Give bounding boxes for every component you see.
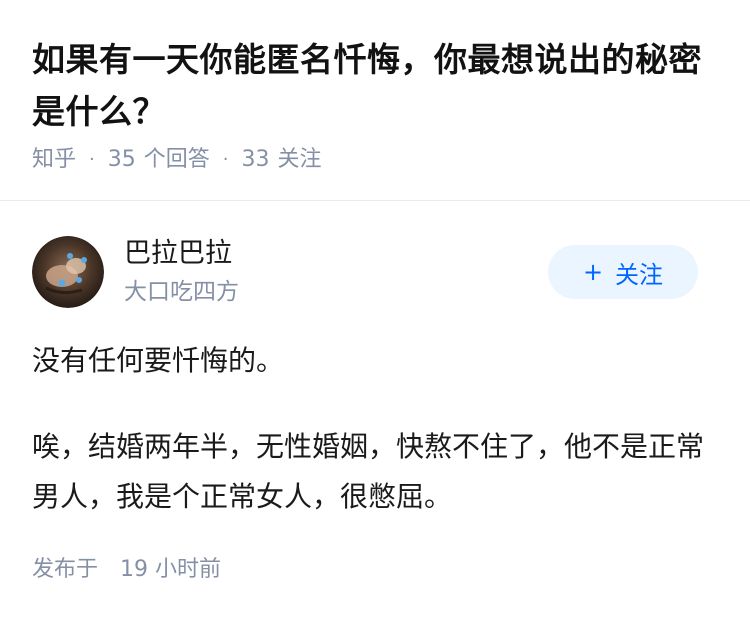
author-bio: 大口吃四方 bbox=[124, 279, 239, 305]
avatar-image-icon bbox=[32, 236, 104, 308]
plus-icon: + bbox=[582, 258, 604, 286]
question-title[interactable]: 如果有一天你能匿名忏悔，你最想说出的秘密是什么？ bbox=[32, 34, 720, 138]
published-time: 19 小时前 bbox=[120, 557, 222, 582]
answer-paragraph: 没有任何要忏悔的。 bbox=[32, 344, 285, 377]
followers-label: 关注 bbox=[277, 147, 322, 172]
answers-label: 个回答 bbox=[143, 147, 210, 172]
follow-button[interactable]: + 关注 bbox=[548, 245, 698, 299]
avatar[interactable] bbox=[32, 236, 104, 308]
published-label: 发布于 bbox=[32, 557, 99, 582]
author-name[interactable]: 巴拉巴拉 bbox=[124, 237, 232, 271]
followers-count: 33 bbox=[241, 147, 270, 172]
question-header: 如果有一天你能匿名忏悔，你最想说出的秘密是什么？ 知乎 · 35 个回答 · 3… bbox=[0, 0, 750, 200]
answer-paragraph: 唉，结婚两年半，无性婚姻，快熬不住了，他不是正常男人，我是个正常女人，很憋屈。 bbox=[32, 430, 705, 513]
question-meta: 知乎 · 35 个回答 · 33 关注 bbox=[32, 146, 322, 174]
section-divider bbox=[0, 200, 750, 201]
meta-separator: · bbox=[222, 149, 229, 170]
answer-body[interactable]: 没有任何要忏悔的。 唉，结婚两年半，无性婚姻，快熬不住了，他不是正常男人，我是个… bbox=[32, 336, 722, 522]
publish-info: 发布于 19 小时前 bbox=[32, 556, 221, 584]
meta-separator: · bbox=[89, 149, 95, 170]
source-label[interactable]: 知乎 bbox=[32, 146, 76, 174]
answers-count: 35 bbox=[107, 147, 136, 172]
author-row: 巴拉巴拉 大口吃四方 + 关注 bbox=[32, 236, 718, 308]
follow-label: 关注 bbox=[615, 260, 664, 289]
